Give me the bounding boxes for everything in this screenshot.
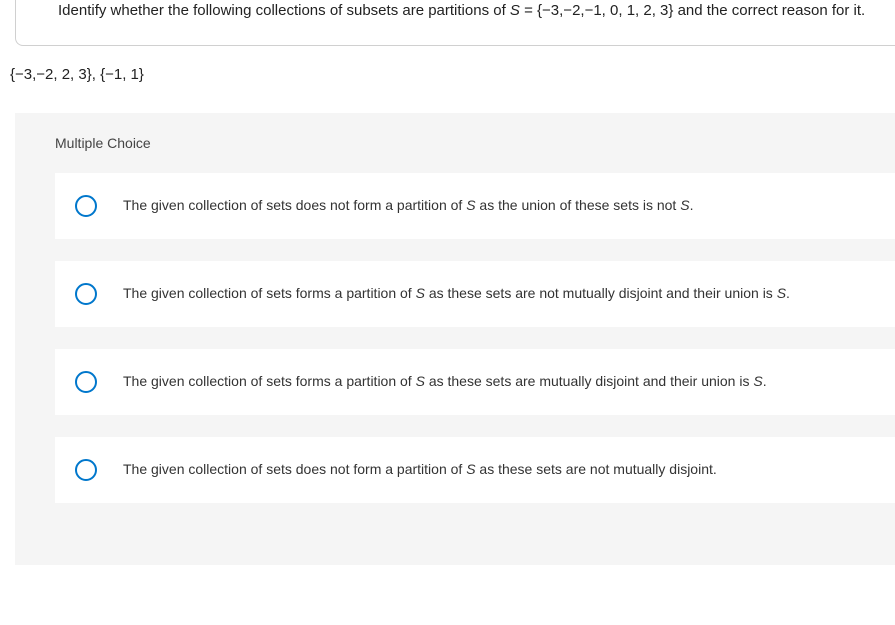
option-var2: S [680, 197, 689, 213]
question-prompt: Identify whether the following collectio… [58, 0, 895, 21]
option-post: . [690, 197, 694, 213]
mc-header: Multiple Choice [15, 113, 895, 173]
option-var: S [466, 461, 475, 477]
option-pre: The given collection of sets forms a par… [123, 373, 416, 389]
radio-button[interactable] [75, 371, 97, 393]
prompt-prefix: Identify whether the following collectio… [58, 2, 510, 19]
option-post: . [786, 285, 790, 301]
option-pre: The given collection of sets forms a par… [123, 285, 416, 301]
option-row[interactable]: The given collection of sets forms a par… [55, 261, 895, 327]
radio-button[interactable] [75, 195, 97, 217]
option-mid: as these sets are mutually disjoint and … [425, 373, 753, 389]
option-row[interactable]: The given collection of sets does not fo… [55, 173, 895, 239]
option-pre: The given collection of sets does not fo… [123, 197, 466, 213]
option-text: The given collection of sets forms a par… [123, 284, 790, 304]
option-var: S [416, 285, 425, 301]
option-row[interactable]: The given collection of sets does not fo… [55, 437, 895, 503]
option-text: The given collection of sets forms a par… [123, 372, 767, 392]
radio-button[interactable] [75, 283, 97, 305]
option-post: . [763, 373, 767, 389]
option-var: S [466, 197, 475, 213]
multiple-choice-container: Multiple Choice The given collection of … [15, 113, 895, 565]
option-mid: as these sets are not mutually disjoint … [425, 285, 777, 301]
subsets-text: {−3,−2, 2, 3}, {−1, 1} [10, 66, 895, 83]
option-var: S [416, 373, 425, 389]
option-row[interactable]: The given collection of sets forms a par… [55, 349, 895, 415]
option-var2: S [777, 285, 786, 301]
option-text: The given collection of sets does not fo… [123, 196, 693, 216]
option-mid: as these sets are not mutually disjoint. [476, 461, 717, 477]
set-definition: = {−3,−2,−1, 0, 1, 2, 3} and the correct… [520, 2, 865, 19]
option-text: The given collection of sets does not fo… [123, 460, 717, 480]
question-box: Identify whether the following collectio… [15, 0, 895, 46]
option-pre: The given collection of sets does not fo… [123, 461, 466, 477]
set-variable: S [510, 2, 520, 19]
option-mid: as the union of these sets is not [476, 197, 681, 213]
radio-button[interactable] [75, 459, 97, 481]
option-var2: S [753, 373, 762, 389]
